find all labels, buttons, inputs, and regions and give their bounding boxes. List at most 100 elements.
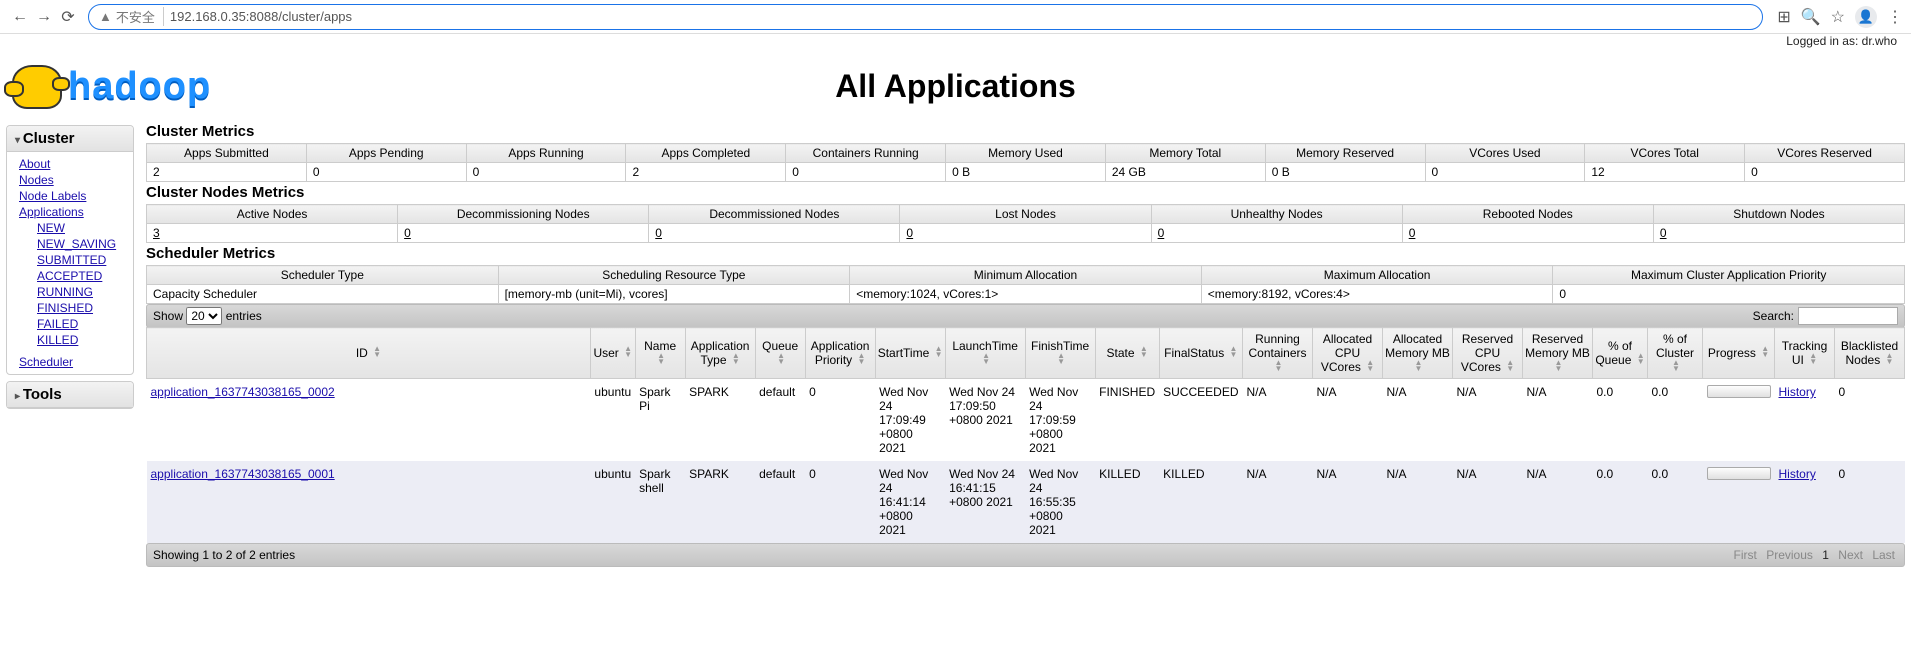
col-user[interactable]: User ▲▼: [590, 328, 635, 379]
cell-user: ubuntu: [590, 379, 635, 462]
node-metrics-table: Active NodesDecommissioning NodesDecommi…: [146, 204, 1905, 243]
cell-start: Wed Nov 24 17:09:49 +0800 2021: [875, 379, 945, 462]
sidebar-link-about[interactable]: About: [19, 156, 121, 172]
page-title: All Applications: [242, 68, 1669, 105]
cell-rm: N/A: [1523, 461, 1593, 543]
cell-rm: N/A: [1523, 379, 1593, 462]
search-input[interactable]: [1798, 307, 1898, 325]
col-id[interactable]: ID ▲▼: [147, 328, 591, 379]
qr-icon[interactable]: ⊞: [1777, 7, 1790, 27]
menu-icon[interactable]: ⋮: [1887, 7, 1903, 27]
forward-icon[interactable]: →: [32, 8, 56, 26]
progress-bar: [1707, 467, 1771, 480]
pager-last[interactable]: Last: [1872, 548, 1895, 562]
hadoop-logo: hadoop: [12, 57, 242, 117]
zoom-icon[interactable]: 🔍: [1801, 7, 1821, 27]
node-metrics-title: Cluster Nodes Metrics: [146, 184, 1905, 201]
cell-launch: Wed Nov 24 17:09:50 +0800 2021: [945, 379, 1025, 462]
cell-state: KILLED: [1095, 461, 1159, 543]
sidebar-link-state-accepted[interactable]: ACCEPTED: [37, 268, 121, 284]
sidebar-link-state-new_saving[interactable]: NEW_SAVING: [37, 236, 121, 252]
col--of-cluster[interactable]: % of Cluster ▲▼: [1648, 328, 1703, 379]
sidebar-link-state-running[interactable]: RUNNING: [37, 284, 121, 300]
star-icon[interactable]: ☆: [1831, 7, 1845, 27]
cell-pq: 0.0: [1593, 461, 1648, 543]
sidebar-link-state-finished[interactable]: FINISHED: [37, 300, 121, 316]
cell-start: Wed Nov 24 16:41:14 +0800 2021: [875, 461, 945, 543]
scheduler-metrics-title: Scheduler Metrics: [146, 245, 1905, 262]
cell-queue: default: [755, 379, 805, 462]
table-row: application_1637743038165_0001ubuntuSpar…: [147, 461, 1905, 543]
sidebar-link-nodes[interactable]: Nodes: [19, 172, 121, 188]
insecure-badge: ▲ 不安全: [99, 7, 164, 26]
cell-id: application_1637743038165_0002: [147, 379, 591, 462]
col-allocated-memory-mb[interactable]: Allocated Memory MB ▲▼: [1383, 328, 1453, 379]
col-application-priority[interactable]: Application Priority ▲▼: [805, 328, 875, 379]
col-name[interactable]: Name ▲▼: [635, 328, 685, 379]
cell-user: ubuntu: [590, 461, 635, 543]
cell-pc: 0.0: [1648, 461, 1703, 543]
sidebar-tools-header[interactable]: Tools: [7, 382, 133, 408]
sidebar-link-state-failed[interactable]: FAILED: [37, 316, 121, 332]
col-blacklisted-nodes[interactable]: Blacklisted Nodes ▲▼: [1835, 328, 1905, 379]
address-bar[interactable]: ▲ 不安全 192.168.0.35:8088/cluster/apps: [88, 4, 1763, 30]
col-reserved-memory-mb[interactable]: Reserved Memory MB ▲▼: [1523, 328, 1593, 379]
col-finishtime[interactable]: FinishTime ▲▼: [1025, 328, 1095, 379]
cell-rcv: N/A: [1453, 379, 1523, 462]
progress-bar: [1707, 385, 1771, 398]
tracking-link[interactable]: History: [1779, 467, 1816, 481]
cell-priority: 0: [805, 379, 875, 462]
col--of-queue[interactable]: % of Queue ▲▼: [1593, 328, 1648, 379]
pager-next[interactable]: Next: [1838, 548, 1863, 562]
cell-queue: default: [755, 461, 805, 543]
reload-icon[interactable]: ⟳: [56, 7, 80, 27]
datatable-footer: Showing 1 to 2 of 2 entries First Previo…: [146, 543, 1905, 567]
sidebar-link-state-killed[interactable]: KILLED: [37, 332, 121, 348]
sidebar-link-node-labels[interactable]: Node Labels: [19, 188, 121, 204]
cell-name: Spark Pi: [635, 379, 685, 462]
cell-rcv: N/A: [1453, 461, 1523, 543]
cell-pq: 0.0: [1593, 379, 1648, 462]
sidebar-cluster-header[interactable]: Cluster: [7, 126, 133, 152]
cell-priority: 0: [805, 461, 875, 543]
col-reserved-cpu-vcores[interactable]: Reserved CPU VCores ▲▼: [1453, 328, 1523, 379]
col-finalstatus[interactable]: FinalStatus ▲▼: [1159, 328, 1242, 379]
back-icon[interactable]: ←: [8, 8, 32, 26]
cell-ac: N/A: [1313, 379, 1383, 462]
sidebar-link-state-submitted[interactable]: SUBMITTED: [37, 252, 121, 268]
cell-finish: Wed Nov 24 17:09:59 +0800 2021: [1025, 379, 1095, 462]
app-id-link[interactable]: application_1637743038165_0001: [151, 467, 335, 481]
entries-label: entries: [226, 309, 262, 323]
datatable-toolbar: Show 20 entries Search:: [146, 304, 1905, 328]
cluster-metrics-title: Cluster Metrics: [146, 123, 1905, 140]
entries-select[interactable]: 20: [186, 307, 222, 325]
login-status: Logged in as: dr.who: [0, 34, 1911, 48]
col-starttime[interactable]: StartTime ▲▼: [875, 328, 945, 379]
col-allocated-cpu-vcores[interactable]: Allocated CPU VCores ▲▼: [1313, 328, 1383, 379]
pager-first[interactable]: First: [1734, 548, 1757, 562]
cell-am: N/A: [1383, 461, 1453, 543]
col-queue[interactable]: Queue ▲▼: [755, 328, 805, 379]
profile-avatar[interactable]: 👤: [1855, 6, 1877, 28]
col-progress[interactable]: Progress ▲▼: [1703, 328, 1775, 379]
search-label: Search:: [1753, 309, 1794, 323]
scheduler-metrics-table: Scheduler TypeScheduling Resource TypeMi…: [146, 265, 1905, 304]
col-launchtime[interactable]: LaunchTime ▲▼: [945, 328, 1025, 379]
sidebar-link-applications[interactable]: Applications: [19, 204, 121, 220]
col-running-containers[interactable]: Running Containers ▲▼: [1243, 328, 1313, 379]
cell-state: FINISHED: [1095, 379, 1159, 462]
col-state[interactable]: State ▲▼: [1095, 328, 1159, 379]
cell-final: SUCCEEDED: [1159, 379, 1242, 462]
pager-prev[interactable]: Previous: [1766, 548, 1813, 562]
sidebar-link-state-new[interactable]: NEW: [37, 220, 121, 236]
cell-rc: N/A: [1243, 461, 1313, 543]
tracking-link[interactable]: History: [1779, 385, 1816, 399]
app-id-link[interactable]: application_1637743038165_0002: [151, 385, 335, 399]
sidebar-link-scheduler[interactable]: Scheduler: [19, 354, 121, 370]
cell-bl: 0: [1835, 461, 1905, 543]
col-tracking-ui[interactable]: Tracking UI ▲▼: [1775, 328, 1835, 379]
cell-bl: 0: [1835, 379, 1905, 462]
elephant-icon: [12, 65, 62, 109]
cell-rc: N/A: [1243, 379, 1313, 462]
col-application-type[interactable]: Application Type ▲▼: [685, 328, 755, 379]
